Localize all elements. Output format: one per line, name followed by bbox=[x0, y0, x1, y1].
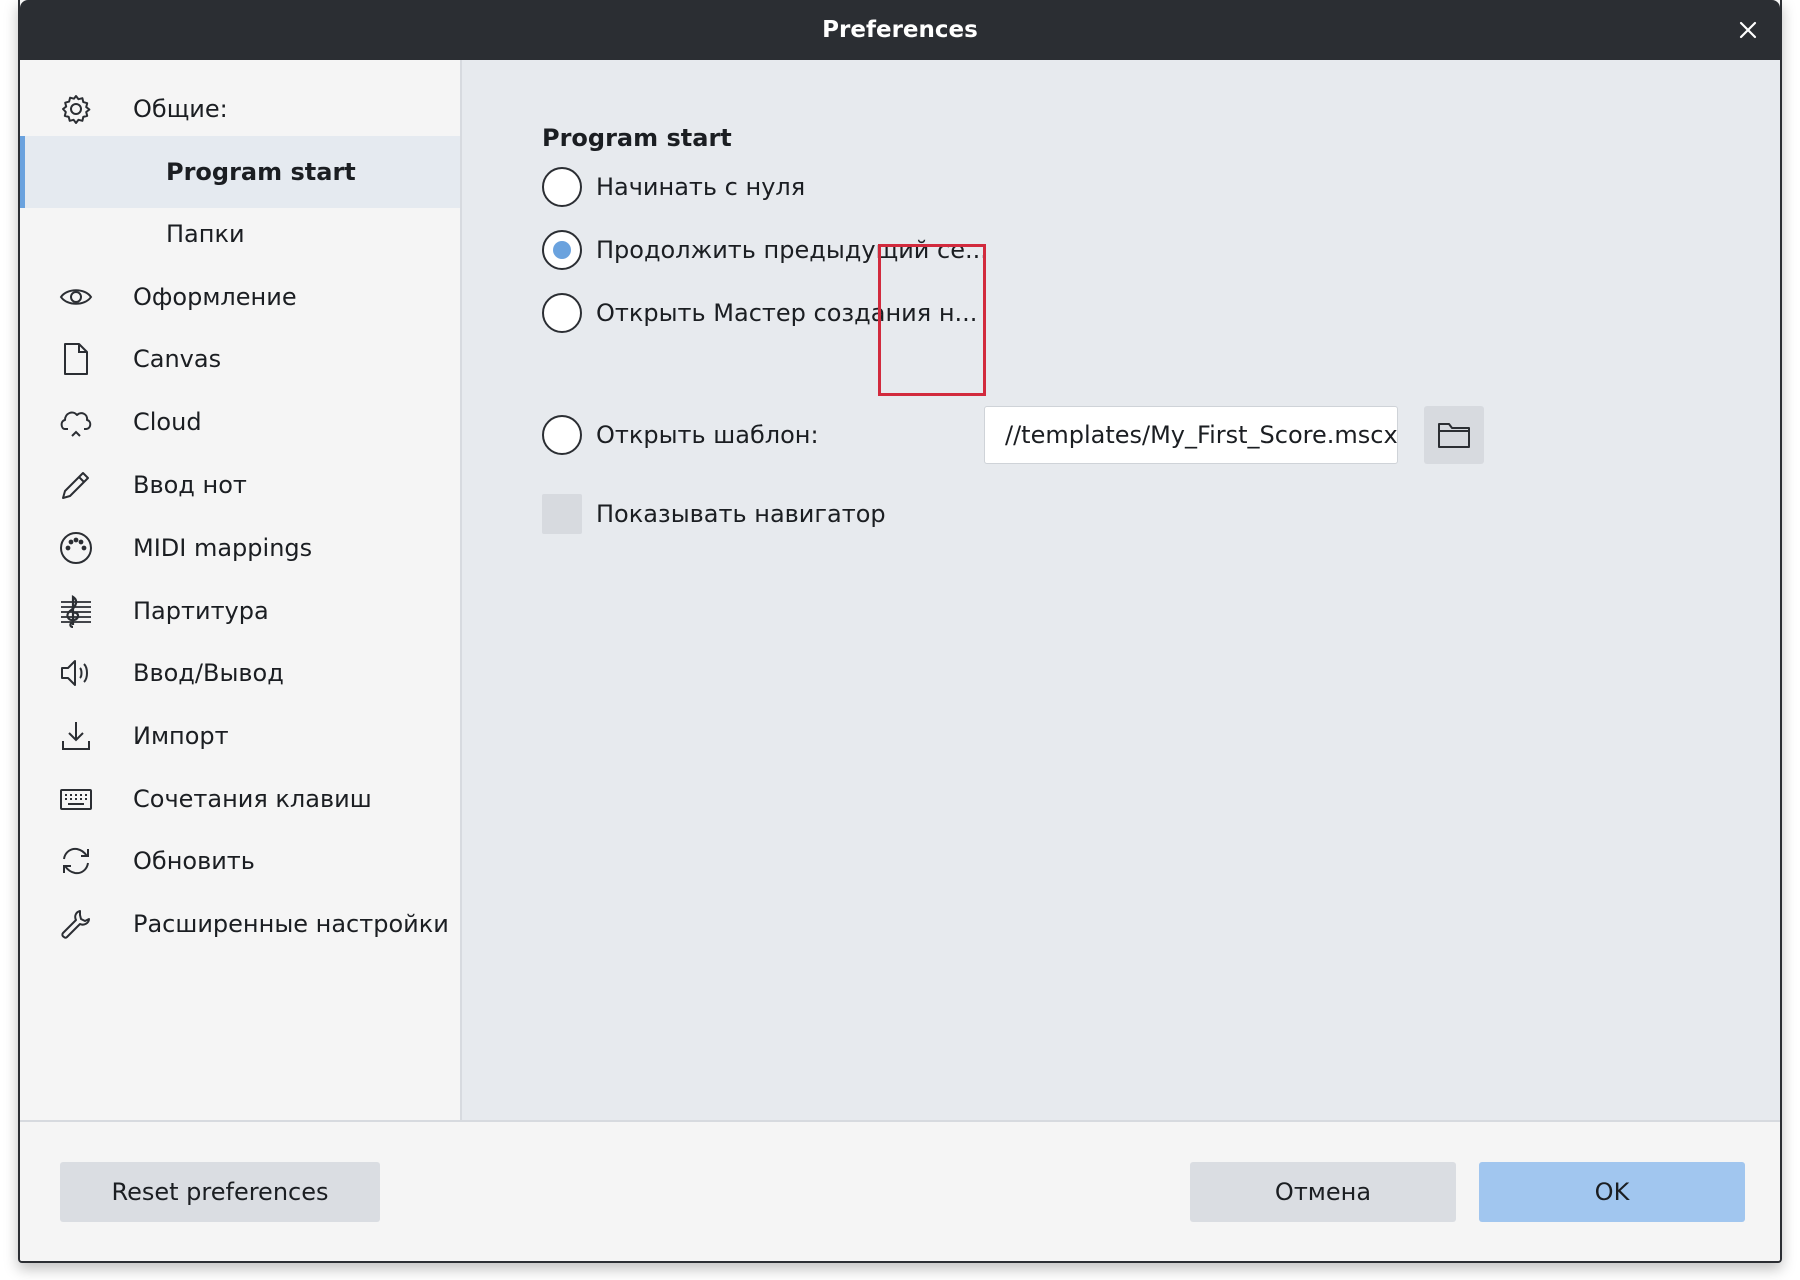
sidebar-item-label: Сочетания клавиш bbox=[133, 785, 372, 813]
radio-label: Продолжить предыдущий се... bbox=[596, 236, 988, 264]
sidebar-item-cloud[interactable]: Cloud bbox=[20, 386, 460, 458]
window-title: Preferences bbox=[822, 17, 978, 43]
sidebar-item-folders[interactable]: Папки bbox=[20, 198, 460, 270]
radio-button[interactable] bbox=[542, 167, 582, 207]
checkbox-label: Показывать навигатор bbox=[596, 500, 886, 528]
sidebar-item-general[interactable]: Общие: bbox=[20, 73, 460, 145]
sidebar-item-label: Ввод/Вывод bbox=[133, 659, 284, 687]
close-icon bbox=[1739, 21, 1757, 39]
midi-port-icon bbox=[58, 530, 94, 566]
show-navigator-checkbox-row[interactable]: Показывать навигатор bbox=[542, 494, 886, 534]
sidebar-item-midi-mappings[interactable]: MIDI mappings bbox=[20, 512, 460, 584]
sidebar-item-import[interactable]: Импорт bbox=[20, 700, 460, 772]
title-bar: Preferences bbox=[20, 0, 1780, 60]
show-navigator-checkbox[interactable] bbox=[542, 494, 582, 534]
sidebar-item-io[interactable]: Ввод/Вывод bbox=[20, 637, 460, 709]
sidebar-item-label: Партитура bbox=[133, 597, 269, 625]
sidebar-item-label: Cloud bbox=[133, 408, 202, 436]
folder-icon bbox=[1438, 423, 1470, 448]
ok-button[interactable]: OK bbox=[1479, 1162, 1745, 1222]
gear-icon bbox=[58, 91, 94, 127]
radio-button[interactable] bbox=[542, 415, 582, 455]
sidebar-item-label: Ввод нот bbox=[133, 471, 247, 499]
sidebar-item-note-input[interactable]: Ввод нот bbox=[20, 449, 460, 521]
footer: Reset preferences Отмена OK bbox=[20, 1120, 1780, 1261]
radio-continue-session[interactable]: Продолжить предыдущий се... bbox=[542, 228, 988, 272]
radio-start-empty[interactable]: Начинать с нуля bbox=[542, 165, 805, 209]
radio-button[interactable] bbox=[542, 230, 582, 270]
radio-open-template[interactable]: Открыть шаблон: bbox=[542, 413, 819, 457]
import-icon bbox=[58, 718, 94, 754]
cloud-icon bbox=[58, 404, 94, 440]
radio-button[interactable] bbox=[542, 293, 582, 333]
sidebar-item-label: Обновить bbox=[133, 847, 255, 875]
refresh-icon bbox=[58, 843, 94, 879]
sidebar-item-label: Общие: bbox=[133, 95, 228, 123]
reset-preferences-button[interactable]: Reset preferences bbox=[60, 1162, 380, 1222]
sidebar-item-label: MIDI mappings bbox=[133, 534, 313, 562]
eye-icon bbox=[58, 279, 94, 315]
keyboard-icon bbox=[58, 781, 94, 817]
radio-label: Открыть шаблон: bbox=[596, 421, 819, 449]
sidebar-item-advanced[interactable]: Расширенные настройки bbox=[20, 888, 460, 960]
radio-label: Начинать с нуля bbox=[596, 173, 806, 201]
sidebar-item-label: Расширенные настройки bbox=[133, 910, 449, 938]
sidebar-item-label: Program start bbox=[166, 158, 356, 186]
pencil-icon bbox=[58, 467, 94, 503]
sidebar-item-label: Импорт bbox=[133, 722, 229, 750]
preferences-dialog: Preferences Общие: Program start Папки О… bbox=[18, 0, 1782, 1263]
sidebar-item-label: Папки bbox=[166, 220, 245, 248]
sidebar-item-label: Оформление bbox=[133, 283, 297, 311]
sidebar: Общие: Program start Папки Оформление Ca… bbox=[20, 60, 462, 1120]
score-clef-icon bbox=[58, 593, 94, 629]
browse-folder-button[interactable] bbox=[1424, 406, 1484, 464]
close-button[interactable] bbox=[1730, 12, 1766, 48]
document-icon bbox=[58, 341, 94, 377]
sidebar-item-update[interactable]: Обновить bbox=[20, 825, 460, 897]
sidebar-item-label: Canvas bbox=[133, 345, 222, 373]
radio-open-wizard[interactable]: Открыть Мастер создания н... bbox=[542, 291, 977, 335]
cancel-button[interactable]: Отмена bbox=[1190, 1162, 1456, 1222]
wrench-icon bbox=[58, 906, 94, 942]
content-panel: Program start Начинать с нуля Продолжить… bbox=[462, 60, 1780, 1120]
section-title: Program start bbox=[542, 124, 732, 152]
sidebar-item-canvas[interactable]: Canvas bbox=[20, 323, 460, 395]
speaker-icon bbox=[58, 655, 94, 691]
radio-label: Открыть Мастер создания н... bbox=[596, 299, 978, 327]
template-path-input[interactable]: //templates/My_First_Score.mscx bbox=[984, 406, 1398, 464]
